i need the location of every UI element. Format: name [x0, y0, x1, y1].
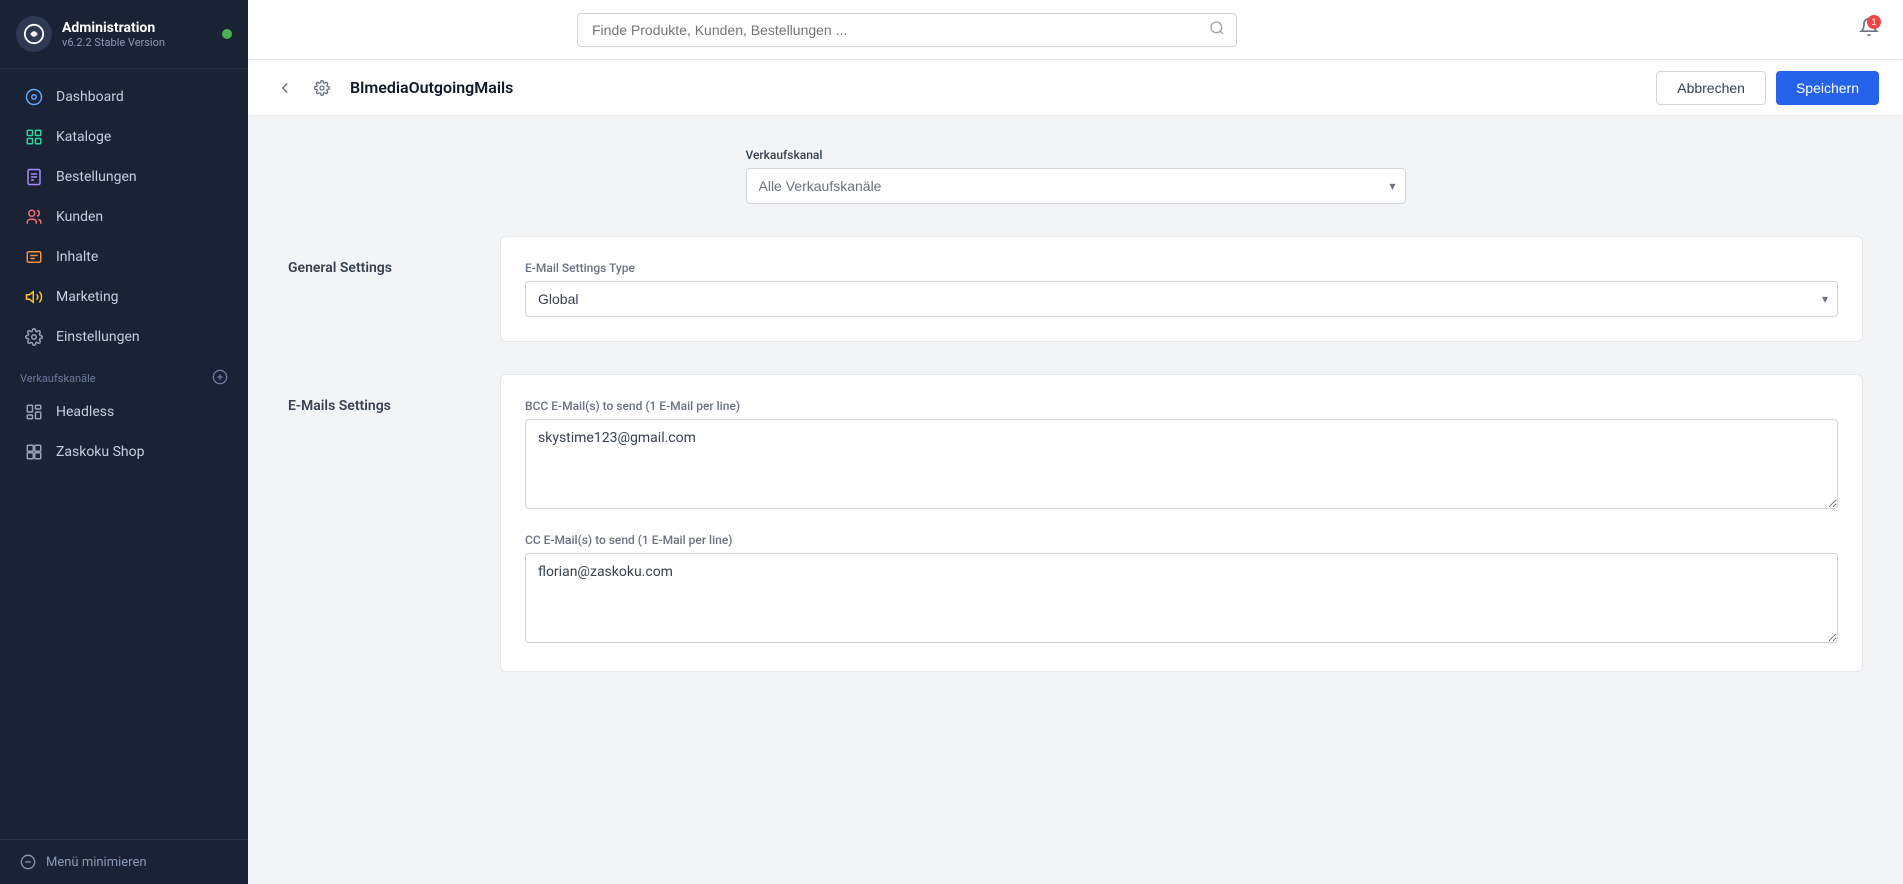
verkaufskanaele-section: Verkaufskanäle — [0, 357, 248, 392]
einstellungen-icon — [24, 327, 44, 347]
search-input[interactable] — [577, 13, 1237, 47]
cc-label: CC E-Mail(s) to send (1 E-Mail per line) — [525, 533, 1838, 547]
channel-selector-section: Verkaufskanal Alle Verkaufskanäle Headle… — [746, 148, 1406, 204]
email-type-label: E-Mail Settings Type — [525, 261, 1838, 275]
app-logo — [16, 16, 52, 52]
email-type-select-wrap: Global Custom ▾ — [525, 281, 1838, 317]
channel-select-wrap: Alle Verkaufskanäle Headless Zaskoku Sho… — [746, 168, 1406, 204]
search-bar — [577, 13, 1237, 47]
app-name: Administration — [62, 20, 165, 36]
bcc-field-group: BCC E-Mail(s) to send (1 E-Mail per line… — [525, 399, 1838, 513]
page-title: BlmediaOutgoingMails — [350, 78, 513, 97]
sidebar-nav: Dashboard Kataloge Bestellungen — [0, 69, 248, 839]
sidebar-item-kataloge[interactable]: Kataloge — [4, 117, 244, 157]
settings-gear-button[interactable] — [310, 76, 334, 100]
save-button[interactable]: Speichern — [1776, 71, 1879, 105]
content-area: Verkaufskanal Alle Verkaufskanäle Headle… — [248, 116, 1903, 884]
sidebar-item-zaskoku[interactable]: Zaskoku Shop — [4, 432, 244, 472]
sidebar-item-label-inhalte: Inhalte — [56, 249, 98, 265]
header-actions: Abbrechen Speichern — [1656, 71, 1879, 105]
minimize-menu-btn[interactable]: Menü minimieren — [0, 839, 248, 884]
sidebar-item-label-bestellungen: Bestellungen — [56, 169, 137, 185]
general-settings-row: General Settings E-Mail Settings Type Gl… — [288, 236, 1863, 342]
kataloge-icon — [24, 127, 44, 147]
sidebar-item-headless[interactable]: Headless — [4, 392, 244, 432]
headless-icon — [24, 402, 44, 422]
sidebar-item-marketing[interactable]: Marketing — [4, 277, 244, 317]
sidebar-item-label-headless: Headless — [56, 404, 114, 420]
sidebar-item-inhalte[interactable]: Inhalte — [4, 237, 244, 277]
cc-textarea[interactable]: florian@zaskoku.com — [525, 553, 1838, 643]
sidebar-item-label-kataloge: Kataloge — [56, 129, 111, 145]
add-channel-icon[interactable] — [212, 369, 228, 388]
inhalte-icon — [24, 247, 44, 267]
topbar-right: 1 — [1859, 17, 1879, 42]
emails-settings-label: E-Mails Settings — [288, 374, 468, 414]
minimize-label: Menü minimieren — [46, 855, 147, 870]
general-settings-card: E-Mail Settings Type Global Custom ▾ — [500, 236, 1863, 342]
bcc-textarea[interactable]: skystime123@gmail.com — [525, 419, 1838, 509]
zaskoku-icon — [24, 442, 44, 462]
marketing-icon — [24, 287, 44, 307]
bcc-label: BCC E-Mail(s) to send (1 E-Mail per line… — [525, 399, 1838, 413]
sidebar: Administration v6.2.2 Stable Version Das… — [0, 0, 248, 884]
notification-badge: 1 — [1867, 15, 1881, 29]
sidebar-item-label-einstellungen: Einstellungen — [56, 329, 140, 345]
cc-field-group: CC E-Mail(s) to send (1 E-Mail per line)… — [525, 533, 1838, 647]
kunden-icon — [24, 207, 44, 227]
sidebar-item-dashboard[interactable]: Dashboard — [4, 77, 244, 117]
general-settings-label: General Settings — [288, 236, 468, 276]
back-button[interactable] — [272, 75, 298, 101]
app-title-block: Administration v6.2.2 Stable Version — [62, 20, 165, 49]
cancel-button[interactable]: Abbrechen — [1656, 71, 1766, 105]
emails-settings-card: BCC E-Mail(s) to send (1 E-Mail per line… — [500, 374, 1863, 672]
emails-settings-row: E-Mails Settings BCC E-Mail(s) to send (… — [288, 374, 1863, 672]
channel-label: Verkaufskanal — [746, 148, 1406, 162]
sidebar-item-label-zaskoku: Zaskoku Shop — [56, 444, 144, 460]
sidebar-item-label-kunden: Kunden — [56, 209, 103, 225]
sidebar-item-label-dashboard: Dashboard — [56, 89, 124, 105]
sidebar-item-label-marketing: Marketing — [56, 289, 119, 305]
sidebar-item-bestellungen[interactable]: Bestellungen — [4, 157, 244, 197]
email-type-select[interactable]: Global Custom — [525, 281, 1838, 317]
dashboard-icon — [24, 87, 44, 107]
notification-bell-btn[interactable]: 1 — [1859, 17, 1879, 42]
status-dot — [222, 29, 232, 39]
app-version: v6.2.2 Stable Version — [62, 36, 165, 49]
sidebar-item-kunden[interactable]: Kunden — [4, 197, 244, 237]
topbar: 1 — [248, 0, 1903, 60]
page-header: BlmediaOutgoingMails Abbrechen Speichern — [248, 60, 1903, 116]
sidebar-item-einstellungen[interactable]: Einstellungen — [4, 317, 244, 357]
bestellungen-icon — [24, 167, 44, 187]
sidebar-header: Administration v6.2.2 Stable Version — [0, 0, 248, 69]
main-content: 1 BlmediaOutgoingMails Abbrechen Speiche… — [248, 0, 1903, 884]
email-type-field-group: E-Mail Settings Type Global Custom ▾ — [525, 261, 1838, 317]
section-label-text: Verkaufskanäle — [20, 372, 96, 385]
channel-select[interactable]: Alle Verkaufskanäle Headless Zaskoku Sho… — [746, 168, 1406, 204]
